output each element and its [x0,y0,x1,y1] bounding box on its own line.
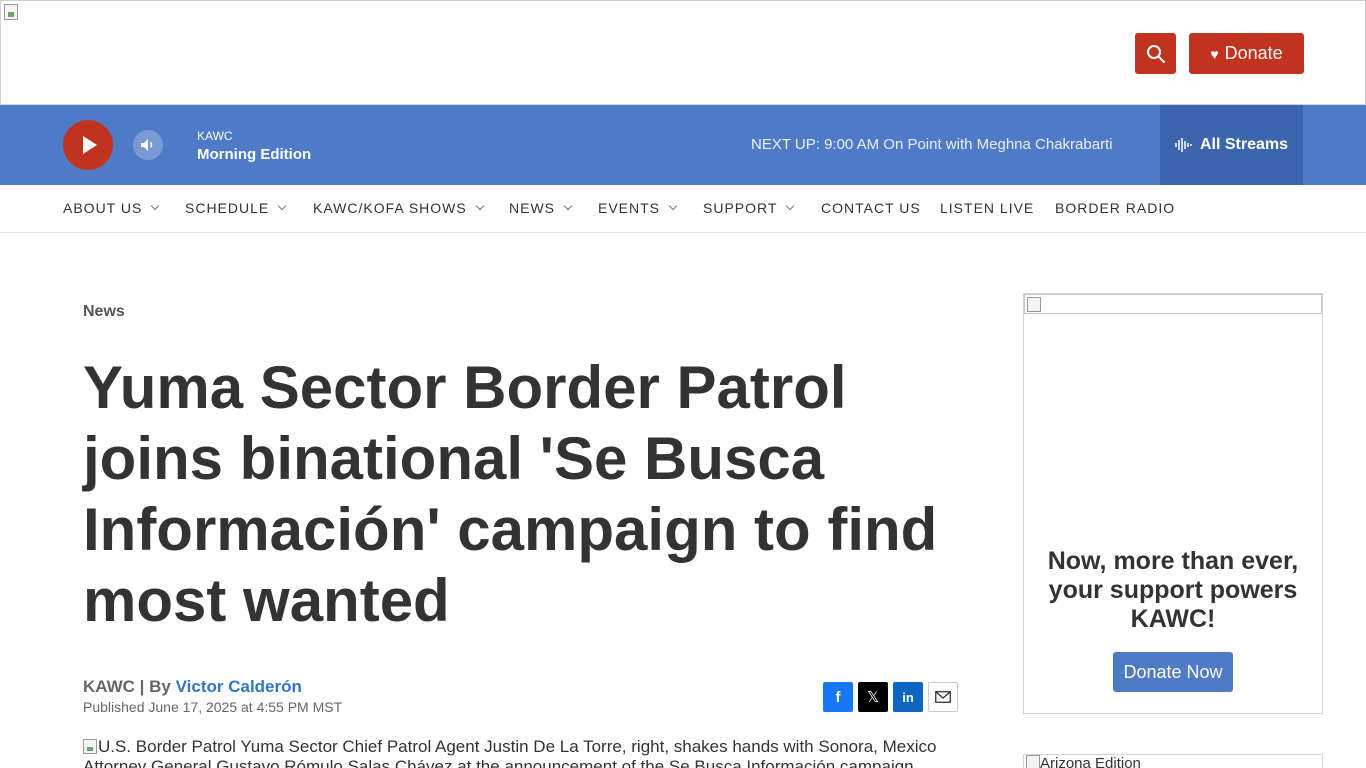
play-button[interactable] [63,120,113,170]
nav-item-label: EVENTS [598,200,661,216]
byline-separator: | By [134,677,176,696]
nav-item-label: NEWS [509,200,555,216]
search-icon [1146,44,1165,63]
nav-item-label: SUPPORT [703,200,778,216]
site-header: ♥ Donate [0,0,1366,105]
nav-item-support[interactable]: SUPPORT [703,200,795,216]
chevron-down-icon [151,201,160,211]
nav-item-label: SCHEDULE [185,200,270,216]
audio-player-bar: KAWC Morning Edition NEXT UP: 9:00 AM On… [0,105,1366,185]
broken-image-icon [1027,297,1041,312]
nav-item-kawc-kofa-shows[interactable]: KAWC/KOFA SHOWS [313,200,484,216]
image-alt-text: U.S. Border Patrol Yuma Sector Chief Pat… [83,737,937,768]
volume-icon [141,139,153,151]
station-logo[interactable] [2,2,20,22]
author-link[interactable]: Victor Calderón [176,677,302,696]
nav-item-label: ABOUT US [63,200,143,216]
nav-item-label: CONTACT US [821,200,921,216]
article-category[interactable]: News [83,303,125,321]
broken-image-icon [4,4,18,20]
share-linkedin-button[interactable]: in [893,682,923,712]
facebook-icon: f [835,688,841,706]
email-icon [935,691,951,703]
promo-text: Now, more than ever, your support powers… [1047,547,1299,633]
volume-button[interactable] [133,130,163,160]
donate-now-button[interactable]: Donate Now [1113,652,1233,692]
nav-item-label: BORDER RADIO [1055,200,1176,216]
byline: KAWC | By Victor Calderón [83,677,302,697]
main-nav: ABOUT US SCHEDULE KAWC/KOFA SHOWS NEWS E… [0,185,1366,233]
published-date: Published June 17, 2025 at 4:55 PM MST [83,699,343,715]
donation-promo: Now, more than ever, your support powers… [1023,293,1323,714]
x-icon: 𝕏 [866,689,880,706]
nav-item-border-radio[interactable]: BORDER RADIO [1055,200,1175,216]
share-facebook-button[interactable]: f [823,682,853,712]
station-name: KAWC [197,129,233,143]
search-button[interactable] [1135,33,1176,74]
article-lead-image: U.S. Border Patrol Yuma Sector Chief Pat… [83,737,973,768]
nav-item-contact-us[interactable]: CONTACT US [821,200,921,216]
chevron-down-icon [563,201,573,211]
all-streams-label: All Streams [1199,136,1289,153]
arizona-edition-promo[interactable]: Arizona Edition [1023,754,1323,768]
nav-item-schedule[interactable]: SCHEDULE [185,200,287,216]
share-x-button[interactable]: 𝕏 [858,682,888,712]
nav-item-news[interactable]: NEWS [509,200,573,216]
donate-button[interactable]: ♥ Donate [1189,33,1304,74]
nav-item-label: LISTEN LIVE [940,200,1035,216]
chevron-down-icon [786,201,795,211]
heart-icon: ♥ [1210,45,1219,62]
nav-item-about-us[interactable]: ABOUT US [63,200,160,216]
program-title[interactable]: Morning Edition [197,146,311,163]
share-email-button[interactable] [928,682,958,712]
chevron-down-icon [278,201,287,211]
chevron-down-icon [475,201,484,211]
promo-image [1024,294,1322,314]
chevron-down-icon [668,201,678,211]
broken-image-icon [83,739,97,754]
arizona-edition-alt: Arizona Edition [1040,755,1141,768]
audio-wave-icon [1175,138,1192,152]
next-up-text: NEXT UP: 9:00 AM On Point with Meghna Ch… [751,136,1113,153]
nav-item-listen-live[interactable]: LISTEN LIVE [940,200,1034,216]
nav-item-label: KAWC/KOFA SHOWS [313,200,467,216]
nav-item-events[interactable]: EVENTS [598,200,678,216]
donate-label: Donate [1224,43,1283,63]
all-streams-button[interactable]: All Streams [1160,105,1303,185]
broken-image-icon [1026,755,1040,768]
article-headline: Yuma Sector Border Patrol joins bination… [83,354,938,634]
linkedin-icon: in [902,689,914,705]
byline-source: KAWC [83,677,135,696]
